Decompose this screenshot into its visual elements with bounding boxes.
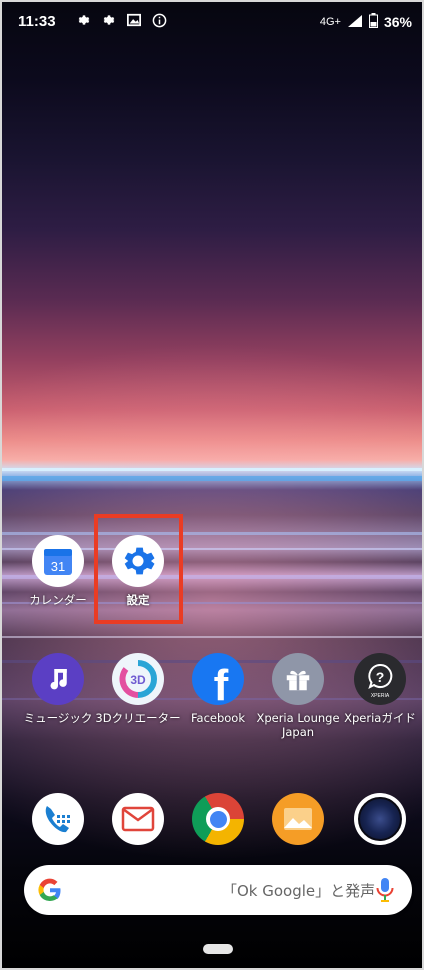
phone-icon (32, 793, 84, 845)
app-xperia-guide[interactable]: ? XPERIA Xperiaガイド (334, 653, 424, 725)
app-label: 3Dクリエーター (95, 711, 181, 725)
home-gesture-pill[interactable] (203, 944, 233, 954)
help-icon: ? XPERIA (354, 653, 406, 705)
google-search-bar[interactable]: 「Ok Google」と発声 (24, 865, 412, 915)
app-phone[interactable] (12, 793, 104, 845)
app-label: Xperiaガイド (344, 711, 416, 725)
status-notification-icons (76, 12, 167, 28)
app-3d-creator[interactable]: 3D 3Dクリエーター (92, 653, 184, 725)
facebook-icon: f (192, 653, 244, 705)
app-label: カレンダー (29, 593, 87, 607)
facebook-icon-text: f (214, 661, 229, 705)
app-email[interactable] (92, 793, 184, 845)
info-icon (151, 12, 167, 28)
app-chrome[interactable] (172, 793, 264, 845)
battery-percent: 36% (383, 14, 412, 30)
3d-creator-icon-text: 3D (130, 673, 146, 687)
app-camera[interactable] (334, 793, 424, 845)
app-calendar[interactable]: 31 カレンダー (12, 535, 104, 607)
calendar-day: 31 (51, 559, 65, 574)
3d-creator-icon: 3D (112, 653, 164, 705)
app-label: Facebook (190, 711, 246, 725)
camera-icon (354, 793, 406, 845)
gear-icon (76, 12, 92, 28)
help-icon-subtext: XPERIA (371, 693, 390, 699)
signal-icon (347, 14, 363, 31)
mail-icon (112, 793, 164, 845)
highlight-box (94, 514, 183, 624)
app-label: ミュージック (23, 711, 93, 725)
status-time: 11:33 (18, 13, 56, 30)
calendar-icon: 31 (32, 535, 84, 587)
network-type: 4G+ (319, 16, 341, 28)
music-note-icon (32, 653, 84, 705)
app-facebook[interactable]: f Facebook (172, 653, 264, 725)
gift-icon (272, 653, 324, 705)
app-album[interactable] (252, 793, 344, 845)
search-hint: 「Ok Google」と発声 (222, 882, 376, 900)
status-right-group: 4G+ 36% (320, 13, 412, 31)
photo-icon (126, 12, 142, 28)
help-icon-text: ? (376, 669, 385, 685)
chrome-icon (192, 793, 244, 845)
battery-icon (368, 13, 378, 31)
app-music[interactable]: ミュージック (12, 653, 104, 725)
status-bar: 11:33 4G+ 36% (0, 0, 424, 46)
app-label: Xperia Lounge Japan (256, 711, 340, 739)
app-xperia-lounge[interactable]: Xperia Lounge Japan (252, 653, 344, 739)
mic-icon[interactable] (374, 877, 396, 903)
photo-album-icon (272, 793, 324, 845)
gear-icon (101, 12, 117, 28)
google-g-icon (38, 878, 61, 902)
